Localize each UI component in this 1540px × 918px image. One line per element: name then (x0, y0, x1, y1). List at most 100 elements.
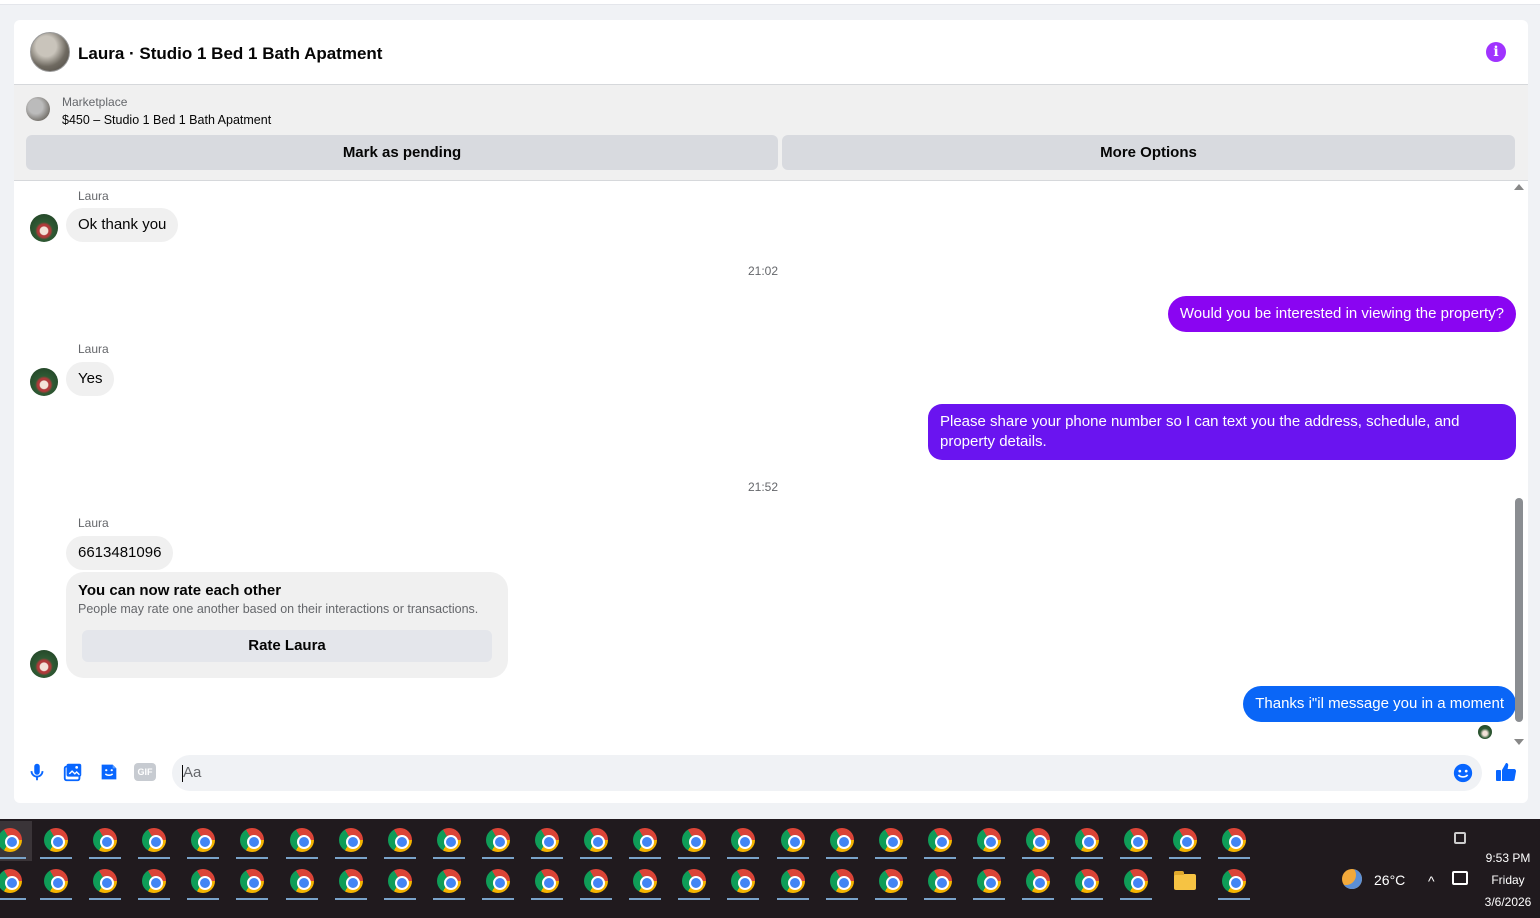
chrome-taskbar-icon[interactable] (0, 821, 32, 861)
rate-laura-button[interactable]: Rate Laura (82, 630, 492, 662)
weather-temperature[interactable]: 26°C (1374, 872, 1405, 888)
file-explorer-icon[interactable] (1163, 862, 1207, 902)
chrome-taskbar-icon[interactable] (181, 862, 225, 902)
chrome-taskbar-icon[interactable] (1016, 821, 1060, 861)
chrome-taskbar-icon[interactable] (918, 821, 962, 861)
chrome-taskbar-icon[interactable] (672, 862, 716, 902)
chrome-taskbar-icon[interactable] (329, 862, 373, 902)
chrome-taskbar-icon[interactable] (1212, 821, 1256, 861)
outgoing-message[interactable]: Please share your phone number so I can … (928, 404, 1516, 460)
chrome-taskbar-icon[interactable] (427, 821, 471, 861)
system-tray: 26°C ^ 9:53 PM Friday 3/6/2026 (1290, 819, 1540, 918)
chrome-taskbar-icon[interactable] (34, 821, 78, 861)
chrome-taskbar-icon[interactable] (378, 862, 422, 902)
photo-icon[interactable] (62, 761, 84, 783)
scroll-up-arrow-icon[interactable] (1514, 184, 1524, 190)
message-list[interactable]: Laura Ok thank you 21:02 Would you be in… (14, 182, 1528, 747)
outgoing-message[interactable]: Thanks i"il message you in a moment (1243, 686, 1516, 722)
incoming-message[interactable]: 6613481096 (66, 536, 174, 570)
chrome-taskbar-icon[interactable] (1163, 821, 1207, 861)
chrome-taskbar-icon[interactable] (476, 862, 520, 902)
chrome-taskbar-icon[interactable] (525, 862, 569, 902)
message-input[interactable]: Aa (172, 755, 1482, 791)
chrome-taskbar-icon[interactable] (967, 862, 1011, 902)
clock-day[interactable]: Friday (1482, 873, 1534, 887)
chrome-taskbar-icon[interactable] (0, 862, 32, 902)
incoming-message[interactable]: Ok thank you (66, 208, 179, 242)
avatar[interactable] (30, 650, 58, 678)
chrome-taskbar-icon[interactable] (378, 821, 422, 861)
avatar[interactable] (30, 214, 58, 242)
listing-thumbnail[interactable] (26, 97, 50, 121)
chrome-icon (338, 869, 363, 893)
chrome-taskbar-icon[interactable] (1114, 862, 1158, 902)
chrome-taskbar-icon[interactable] (230, 862, 274, 902)
chrome-taskbar-icon[interactable] (771, 821, 815, 861)
running-indicator (0, 898, 26, 900)
chrome-taskbar-icon[interactable] (83, 821, 127, 861)
more-options-button[interactable]: More Options (782, 135, 1515, 170)
chrome-icon (829, 828, 854, 852)
chat-title[interactable]: Laura · Studio 1 Bed 1 Bath Apatment (78, 44, 382, 64)
clock-time[interactable]: 9:53 PM (1482, 851, 1534, 865)
chrome-taskbar-icon[interactable] (721, 862, 765, 902)
chrome-taskbar-icon[interactable] (721, 821, 765, 861)
chrome-taskbar-icon[interactable] (869, 821, 913, 861)
chrome-taskbar-icon[interactable] (427, 862, 471, 902)
chrome-taskbar-icon[interactable] (623, 862, 667, 902)
chrome-taskbar-icon[interactable] (672, 821, 716, 861)
running-indicator (187, 857, 220, 859)
chrome-taskbar-icon[interactable] (280, 821, 324, 861)
sticker-icon[interactable] (98, 761, 120, 783)
chrome-taskbar-icon[interactable] (967, 821, 1011, 861)
running-indicator (285, 898, 318, 900)
scroll-down-arrow-icon[interactable] (1514, 739, 1524, 745)
chrome-taskbar-icon[interactable] (230, 821, 274, 861)
listing-avatar[interactable] (30, 32, 70, 72)
avatar[interactable] (30, 368, 58, 396)
info-icon[interactable]: i (1486, 42, 1506, 62)
mark-as-pending-button[interactable]: Mark as pending (26, 135, 778, 170)
chrome-taskbar-icon[interactable] (181, 821, 225, 861)
network-icon[interactable] (1452, 871, 1468, 885)
gif-icon[interactable]: GIF (134, 763, 156, 781)
chrome-icon (927, 869, 952, 893)
chrome-taskbar-icon[interactable] (820, 821, 864, 861)
chrome-icon (485, 828, 510, 852)
chrome-taskbar-icon[interactable] (820, 862, 864, 902)
message-scrollbar[interactable] (1514, 182, 1524, 747)
chrome-taskbar-icon[interactable] (869, 862, 913, 902)
thumbs-up-icon[interactable] (1494, 760, 1518, 784)
chrome-taskbar-icon[interactable] (574, 821, 618, 861)
chrome-taskbar-icon[interactable] (918, 862, 962, 902)
chrome-taskbar-icon[interactable] (525, 821, 569, 861)
chrome-taskbar-icon[interactable] (34, 862, 78, 902)
incoming-message[interactable]: Yes (66, 362, 115, 396)
chrome-taskbar-icon[interactable] (83, 862, 127, 902)
chrome-taskbar-icon[interactable] (132, 862, 176, 902)
chrome-taskbar-icon[interactable] (771, 862, 815, 902)
chrome-taskbar-icon[interactable] (623, 821, 667, 861)
meet-now-icon[interactable] (1454, 832, 1466, 844)
clock-date[interactable]: 3/6/2026 (1482, 895, 1534, 909)
chrome-taskbar-icon[interactable] (1065, 821, 1109, 861)
chevron-up-icon[interactable]: ^ (1428, 873, 1435, 889)
weather-icon[interactable] (1342, 869, 1362, 889)
emoji-icon[interactable] (1452, 762, 1474, 784)
chrome-taskbar-icon[interactable] (329, 821, 373, 861)
chrome-taskbar-icon[interactable] (574, 862, 618, 902)
running-indicator (629, 857, 662, 859)
microphone-icon[interactable] (26, 761, 48, 783)
chrome-taskbar-icon[interactable] (476, 821, 520, 861)
chrome-taskbar-icon[interactable] (1212, 862, 1256, 902)
chat-header: Laura · Studio 1 Bed 1 Bath Apatment i (14, 20, 1528, 85)
outgoing-message[interactable]: Would you be interested in viewing the p… (1167, 296, 1516, 332)
listing-price[interactable]: $450 – Studio 1 Bed 1 Bath Apatment (62, 113, 271, 127)
chrome-taskbar-icon[interactable] (280, 862, 324, 902)
chrome-icon (142, 828, 167, 852)
chrome-taskbar-icon[interactable] (1114, 821, 1158, 861)
scrollbar-thumb[interactable] (1515, 498, 1523, 722)
chrome-taskbar-icon[interactable] (1065, 862, 1109, 902)
chrome-taskbar-icon[interactable] (132, 821, 176, 861)
chrome-taskbar-icon[interactable] (1016, 862, 1060, 902)
